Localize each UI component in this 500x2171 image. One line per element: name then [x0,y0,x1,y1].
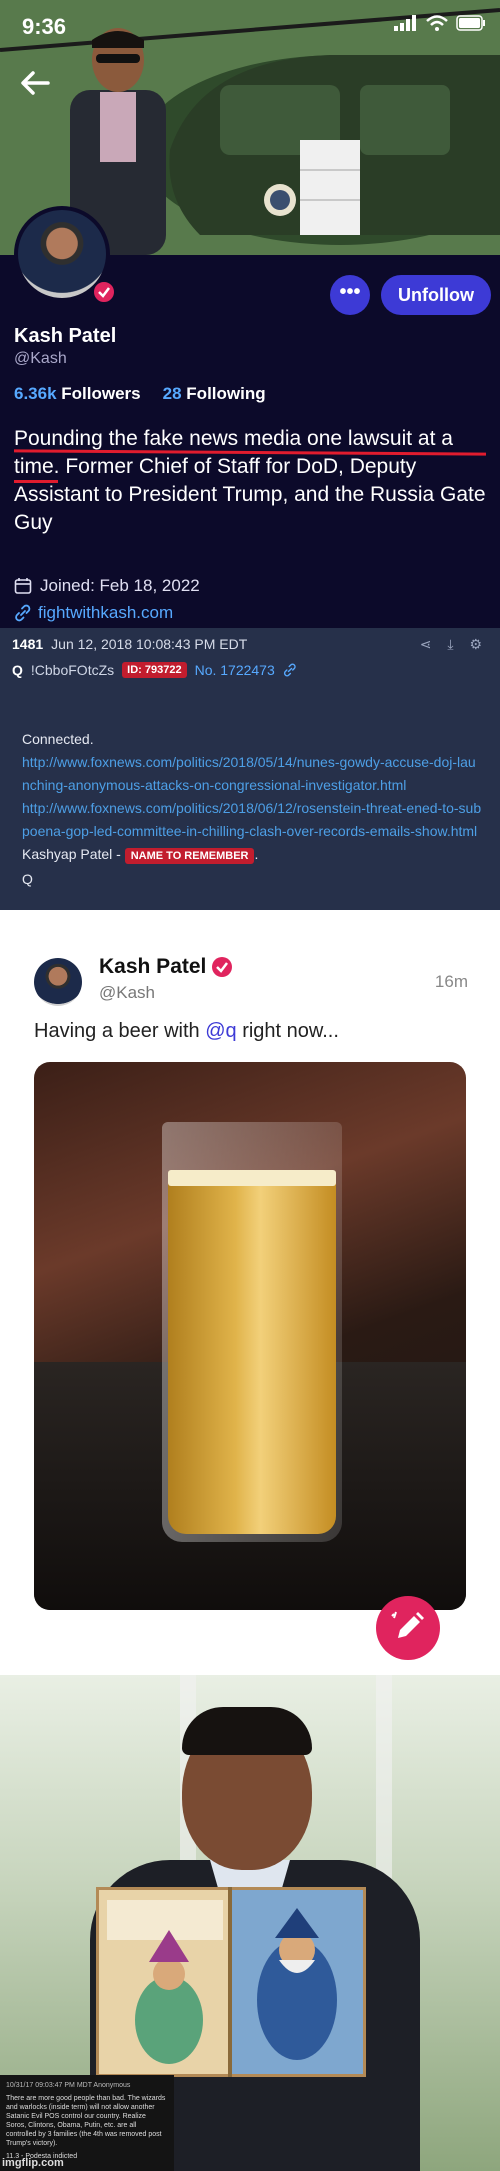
profile-name: Kash Patel [14,325,117,347]
compose-fab-button[interactable] [376,1596,440,1660]
following-link[interactable]: 28 Following [163,384,266,404]
red-underline-2 [14,480,58,483]
beer-liquid [168,1182,336,1534]
verified-badge-icon [92,280,116,304]
calendar-icon [14,578,32,594]
website-text[interactable]: fightwithkash.com [38,603,173,623]
joined-date: Joined: Feb 18, 2022 [14,576,200,596]
tweet-author[interactable]: Kash Patel [99,955,233,979]
tweet-time: 16m [434,972,468,991]
profile-stats: 6.36k Followers 28 Following [14,384,266,404]
connected-text: Connected. [22,731,94,747]
joined-text: Joined: Feb 18, 2022 [40,576,200,595]
tweet-avatar[interactable] [34,958,82,1006]
link-icon[interactable] [283,663,297,677]
imgflip-watermark: imgflip.com [2,2157,64,2169]
q-tripcode: !CbboFOtcZs [30,662,115,678]
kashyap-line: Kashyap Patel - NAME TO REMEMBER. [22,846,259,864]
tweet-photo[interactable] [34,1062,466,1610]
tweet-handle: @Kash [99,983,156,1002]
person-hair [182,1707,312,1755]
q-signature: Q [22,871,33,887]
more-options-button[interactable]: ••• [330,275,370,315]
post-no-link[interactable]: No. 1722473 [195,662,275,678]
status-bar: 9:36 [0,0,500,52]
post-number: 1481 [12,636,44,652]
back-arrow-icon[interactable] [18,66,52,100]
q-post-meta: Q !CbboFOtcZs ID: 793722 No. 1722473 [12,662,297,678]
foxnews-link-2[interactable]: http://www.foxnews.com/politics/2018/06/… [22,797,482,843]
followers-link[interactable]: 6.36k Followers [14,384,141,404]
mention-link[interactable]: @q [205,1020,236,1042]
q-post-panel: 1481 Jun 12, 2018 10:08:43 PM EDT ⋖ ⤓ ⚙ … [0,628,500,910]
caption-text: There are more good people than bad. The… [6,2095,166,2147]
caption-header: 10/31/17 09:03:47 PM MDT Anonymous [6,2082,131,2089]
profile-panel: 9:36 ••• Unfollow Kash Patel @Kash 6.36k… [0,0,500,628]
beer-foam [168,1170,336,1186]
status-icons [394,15,486,31]
battery-icon [456,15,485,31]
verified-badge-icon [212,957,233,977]
link-icon [15,604,31,622]
foxnews-link-1[interactable]: http://www.foxnews.com/politics/2018/05/… [22,751,482,797]
q-post-header: 1481 Jun 12, 2018 10:08:43 PM EDT [12,636,247,652]
id-badge: ID: 793722 [122,662,187,678]
q-post-body: Connected. http://www.foxnews.com/politi… [22,728,482,891]
website-link[interactable]: fightwithkash.com [14,603,173,623]
post-date: Jun 12, 2018 10:08:43 PM EDT [51,636,248,652]
post-action-icons[interactable]: ⋖ ⤓ ⚙ [420,636,488,653]
profile-bio: Pounding the fake news media one lawsuit… [14,427,486,534]
q-trip: Q [12,662,23,678]
name-to-remember-badge: NAME TO REMEMBER [124,848,255,864]
book-spine [228,1887,232,2077]
meme-photo-panel: 10/31/17 09:03:47 PM MDT Anonymous There… [0,1675,500,2171]
tweet-panel: Kash Patel @Kash 16m Having a beer with … [0,910,500,1675]
unfollow-button[interactable]: Unfollow [381,275,491,315]
status-time: 9:36 [22,14,67,39]
wifi-icon [426,15,448,31]
pencil-icon [391,1611,424,1638]
signal-icon [394,15,416,31]
profile-handle: @Kash [14,350,67,367]
tweet-text: Having a beer with @q right now... [34,1020,339,1042]
